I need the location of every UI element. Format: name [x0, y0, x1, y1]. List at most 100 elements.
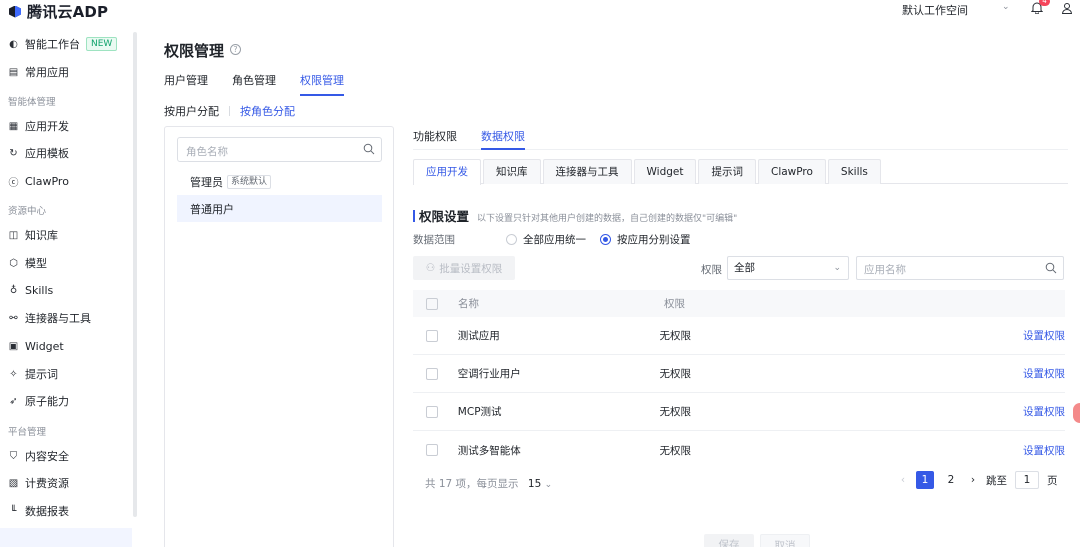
batch-set-permission-button[interactable]: ⚇ 批量设置权限 — [413, 256, 515, 280]
sidebar-item-label: 内容安全 — [25, 450, 69, 463]
row-checkbox[interactable] — [426, 367, 438, 380]
page-2[interactable]: 2 — [942, 471, 960, 489]
save-button[interactable]: 保存 — [704, 534, 754, 547]
sidebar-item-app-template[interactable]: ↻ 应用模板 — [8, 143, 69, 163]
row-checkbox[interactable] — [426, 405, 438, 418]
tab-function-permission[interactable]: 功能权限 — [413, 128, 457, 150]
tab-clawpro[interactable]: ClawPro — [757, 159, 826, 184]
page-size-value: 15 — [527, 478, 542, 490]
jump-page-input[interactable]: 1 — [1015, 471, 1039, 489]
role-search-input[interactable]: 角色名称 — [177, 137, 382, 162]
sidebar-item-label: 常用应用 — [25, 66, 69, 79]
sidebar-active-item[interactable] — [0, 528, 132, 547]
chevron-down-icon[interactable]: ⌄ — [1002, 2, 1010, 12]
set-permission-link[interactable]: 设置权限 — [973, 366, 1065, 381]
bulb-icon: ♁ — [9, 284, 18, 296]
book-icon: ◫ — [8, 229, 19, 241]
sidebar-item-label: 模型 — [25, 257, 47, 270]
select-all-checkbox[interactable] — [426, 297, 438, 310]
role-item-normal-user[interactable]: 普通用户 — [177, 195, 382, 222]
tab-skills[interactable]: Skills — [827, 159, 881, 184]
sidebar-item-billing[interactable]: ▧ 计费资源 — [8, 473, 69, 493]
sidebar-item-label: 应用模板 — [25, 147, 69, 160]
next-page-icon[interactable]: › — [968, 474, 978, 486]
section-header: 权限设置 以下设置只针对其他用户创建的数据，自己创建的数据仅"可编辑" — [413, 206, 737, 225]
billing-icon: ▧ — [8, 477, 19, 489]
sidebar-item-knowledge[interactable]: ◫ 知识库 — [8, 225, 58, 245]
sidebar-group-platform: 平台管理 — [8, 427, 47, 438]
cell-permission: 无权限 — [659, 330, 692, 342]
new-badge: NEW — [86, 37, 118, 51]
sidebar-item-app-dev[interactable]: ▦ 应用开发 — [8, 116, 69, 136]
table-row: MCP测试 无权限 设置权限 — [413, 393, 1065, 431]
sidebar-item-common-apps[interactable]: ▤ 常用应用 — [8, 62, 69, 82]
jump-label: 跳至 — [986, 474, 1007, 487]
subtab-by-user[interactable]: 按用户分配 — [164, 103, 219, 119]
help-icon[interactable]: ? — [230, 44, 241, 55]
sidebar-item-label: 原子能力 — [25, 395, 69, 408]
tab-permissions[interactable]: 权限管理 — [300, 72, 344, 96]
pagination: ‹ 1 2 › 跳至 1 页 — [898, 471, 1058, 489]
tab-app-dev[interactable]: 应用开发 — [413, 159, 481, 185]
role-list-panel: 角色名称 管理员 系统默认 普通用户 — [164, 126, 394, 547]
sidebar-item-clawpro[interactable]: ⓒ ClawPro — [8, 171, 69, 191]
sidebar-item-connectors[interactable]: ⚯ 连接器与工具 — [8, 308, 91, 328]
tab-roles[interactable]: 角色管理 — [232, 72, 276, 96]
sidebar-item-label: 应用开发 — [25, 120, 69, 133]
cancel-button[interactable]: 取消 — [760, 534, 810, 547]
section-title: 权限设置 — [413, 206, 469, 225]
tab-widget[interactable]: Widget — [633, 159, 697, 184]
sidebar-scrollbar[interactable] — [133, 32, 137, 517]
sidebar-item-label: ClawPro — [25, 174, 69, 188]
shield-icon: ⛉ — [9, 450, 18, 462]
row-checkbox[interactable] — [426, 444, 438, 456]
search-icon[interactable] — [363, 143, 375, 155]
tab-knowledge[interactable]: 知识库 — [483, 159, 541, 184]
user-icon[interactable] — [1061, 2, 1073, 14]
radio-per-app[interactable]: 按应用分别设置 — [600, 232, 691, 247]
sidebar-item-prompts[interactable]: ✧ 提示词 — [8, 364, 58, 384]
logo[interactable]: 腾讯云ADP — [8, 1, 108, 22]
prev-page-icon[interactable]: ‹ — [898, 474, 908, 486]
page-size-select[interactable]: 15 ⌄ — [528, 478, 552, 490]
main-content: 权限管理 ? 用户管理 角色管理 权限管理 按用户分配 按角色分配 角色名称 管… — [146, 30, 1080, 547]
set-permission-link[interactable]: 设置权限 — [973, 404, 1065, 419]
table-header: 名称 权限 — [413, 290, 1065, 317]
sidebar-item-label: 智能工作台 — [25, 38, 80, 51]
sidebar-item-content-security[interactable]: ⛉ 内容安全 — [8, 446, 69, 466]
cell-name: MCP测试 — [457, 406, 502, 418]
subtab-by-role[interactable]: 按角色分配 — [240, 103, 295, 119]
sidebar-item-label: 提示词 — [25, 368, 58, 381]
permission-filter-select[interactable]: 全部 ⌄ — [727, 256, 849, 280]
tab-prompts[interactable]: 提示词 — [698, 159, 756, 184]
app-search-input[interactable]: 应用名称 — [856, 256, 1064, 280]
radio-label: 按应用分别设置 — [617, 234, 691, 246]
radio-circle[interactable] — [600, 234, 611, 245]
sidebar-item-reports[interactable]: ╙ 数据报表 — [8, 501, 69, 521]
sparkle-icon: ✧ — [9, 368, 18, 380]
row-checkbox[interactable] — [426, 329, 438, 342]
page-1[interactable]: 1 — [916, 471, 934, 489]
radio-label: 全部应用统一 — [523, 234, 586, 246]
search-icon[interactable] — [1045, 262, 1057, 274]
sidebar-item-model[interactable]: ⬡ 模型 — [8, 253, 47, 273]
sidebar-item-workbench[interactable]: ◐ 智能工作台 NEW — [8, 34, 118, 54]
link-icon: ⚯ — [9, 312, 18, 324]
floating-assistant-icon[interactable] — [1073, 403, 1080, 423]
tab-users[interactable]: 用户管理 — [164, 72, 208, 96]
cell-permission: 无权限 — [659, 368, 692, 380]
sidebar-item-skills[interactable]: ♁ Skills — [8, 280, 53, 300]
set-permission-link[interactable]: 设置权限 — [973, 328, 1065, 343]
tab-connectors[interactable]: 连接器与工具 — [542, 159, 632, 184]
radio-unified[interactable]: 全部应用统一 — [506, 232, 586, 247]
tab-data-permission[interactable]: 数据权限 — [481, 128, 525, 150]
sidebar-item-label: 数据报表 — [25, 505, 69, 518]
sidebar-item-widget[interactable]: ▣ Widget — [8, 336, 64, 356]
system-default-tag: 系统默认 — [227, 174, 272, 189]
workspace-selector[interactable]: 默认工作空间 — [902, 2, 968, 18]
radio-circle[interactable] — [506, 234, 517, 245]
divider — [229, 106, 230, 116]
sidebar-item-atomic[interactable]: ➶ 原子能力 — [8, 391, 69, 411]
role-item-admin[interactable]: 管理员 系统默认 — [177, 168, 382, 195]
set-permission-link[interactable]: 设置权限 — [973, 443, 1065, 458]
